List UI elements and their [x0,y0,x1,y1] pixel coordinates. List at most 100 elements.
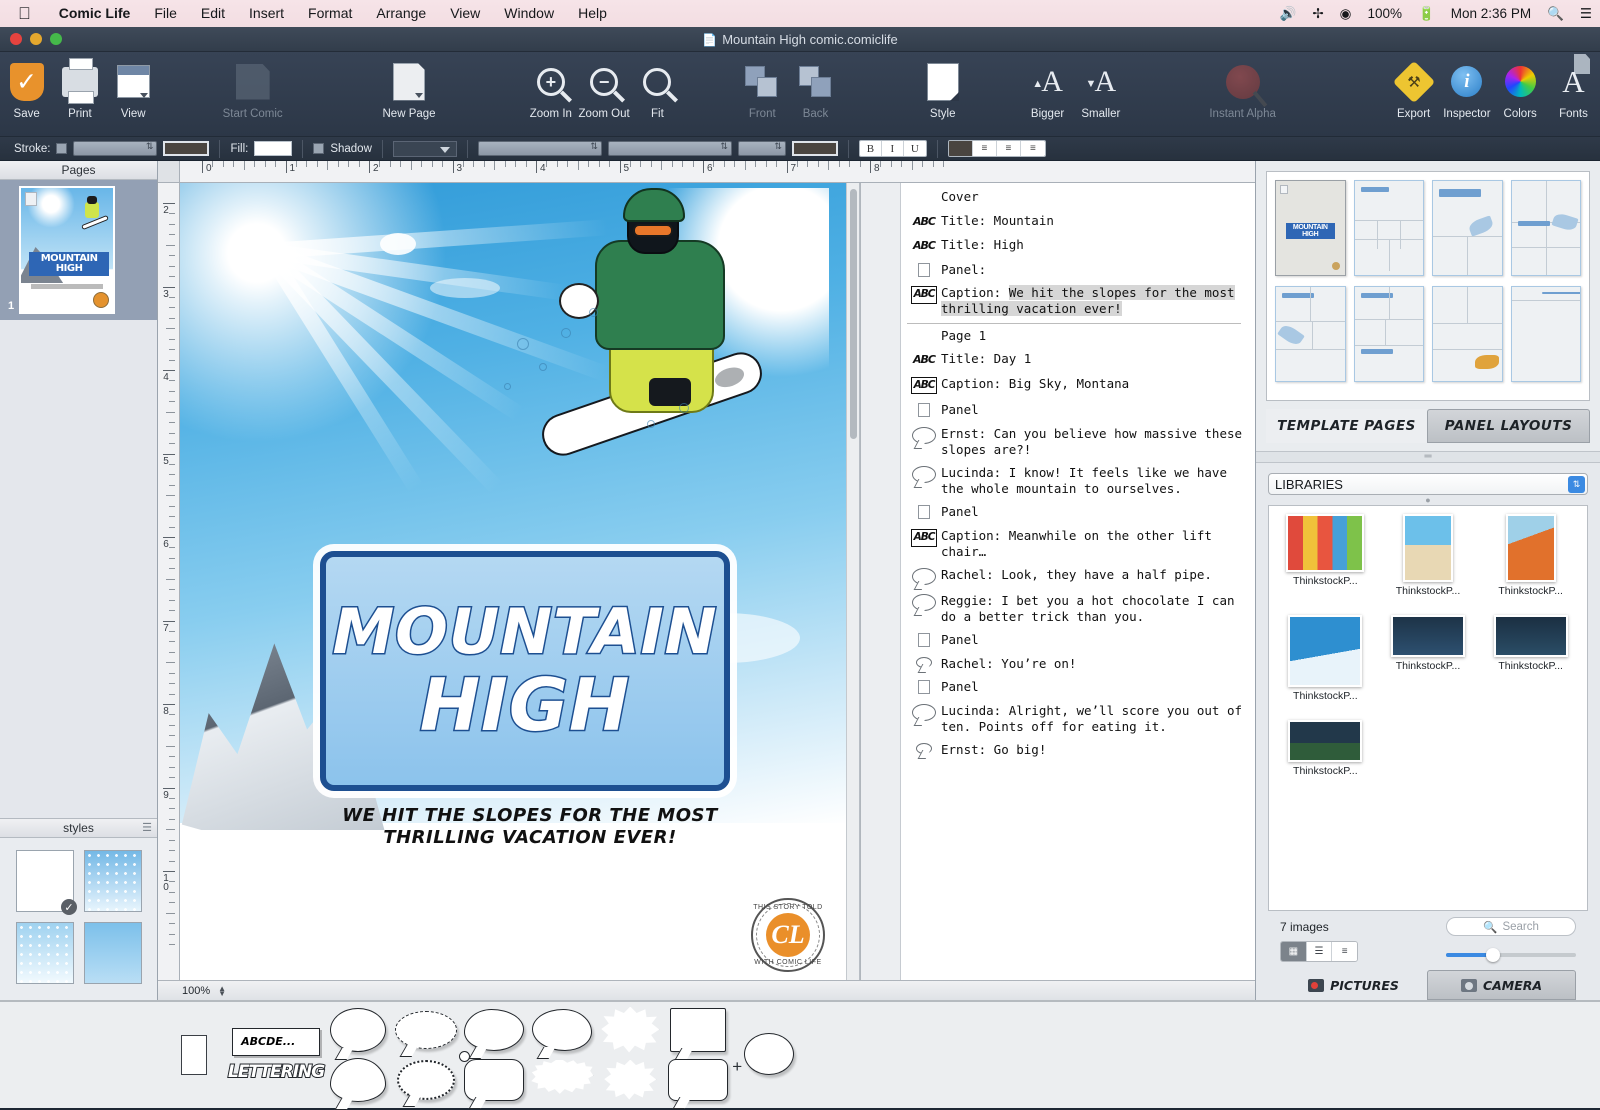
zoom-level-label[interactable]: 100% [182,985,210,997]
balloon-wobble-icon[interactable] [532,1009,592,1051]
script-line[interactable]: Page 1 [907,328,1247,344]
library-resize-handle[interactable]: ● [1268,495,1588,505]
tab-panel-layouts[interactable]: PANEL LAYOUTS [1427,409,1590,443]
align-justify-button[interactable]: ≡ [1021,141,1045,156]
close-button[interactable] [10,33,22,45]
library-thumbnail[interactable] [1506,514,1556,582]
template-thumbnail[interactable] [1511,286,1582,382]
library-item[interactable]: ThinkstockP... [1277,615,1374,702]
pages-list[interactable]: 1 MOUNTAIN HIGH [0,180,157,818]
tab-pictures[interactable]: PICTURES [1280,970,1427,1000]
toolbar-save-button[interactable]: Save [0,52,53,137]
script-line[interactable]: ABCTitle: Mountain [907,213,1247,230]
library-thumbnail[interactable] [1288,720,1362,762]
balloon-rect-rounded-icon[interactable] [668,1059,728,1101]
menu-file[interactable]: File [142,0,189,27]
toolbar-smaller-button[interactable]: ▼A Smaller [1074,52,1127,137]
toolbar-back-button[interactable]: Back [789,52,842,137]
zoom-stepper[interactable]: ▲▼ [218,986,226,996]
library-item[interactable]: ThinkstockP... [1380,615,1477,702]
minimize-button[interactable] [30,33,42,45]
script-line[interactable]: Lucinda: Alright, we’ll score you out of… [907,703,1247,734]
balloon-round-icon[interactable] [330,1008,386,1052]
horizontal-ruler[interactable]: 012345678 [180,161,1255,182]
shadow-checkbox[interactable] [313,143,324,154]
script-line[interactable]: ABCCaption: Big Sky, Montana [907,376,1247,395]
script-line[interactable]: Panel: [907,262,1247,278]
template-thumbnail[interactable] [1432,286,1503,382]
menu-help[interactable]: Help [566,0,619,27]
menu-view[interactable]: View [438,0,492,27]
comic-subtitle[interactable]: WE HIT THE SLOPES FOR THE MOST THRILLING… [330,805,730,849]
style-swatch-blue-dots-light[interactable] [16,922,74,984]
toolbar-new-page-button[interactable]: New Page [368,52,450,137]
canvas-vertical-scrollbar[interactable] [846,183,859,980]
menu-edit[interactable]: Edit [189,0,237,27]
underline-button[interactable]: U [904,141,926,156]
menu-format[interactable]: Format [296,0,364,27]
library-thumbnail[interactable] [1403,514,1453,582]
text-color-swatch[interactable] [792,141,838,156]
script-line[interactable]: Rachel: You’re on! [907,656,1247,672]
script-line[interactable]: ABCCaption: Meanwhile on the other lift … [907,528,1247,559]
bluetooth-icon[interactable]: ✢ [1312,7,1323,21]
stroke-style-select[interactable] [73,141,157,156]
toolbar-zoom-in-button[interactable]: + Zoom In [524,52,577,137]
script-editor[interactable]: CoverABCTitle: MountainABCTitle: HighPan… [901,183,1255,980]
stroke-enable-checkbox[interactable] [56,143,67,154]
tab-template-pages[interactable]: TEMPLATE PAGES [1266,409,1427,443]
menu-comic-life[interactable]: Comic Life [47,0,143,27]
template-thumbnail[interactable] [1354,286,1425,382]
toolbar-instant-alpha-button[interactable]: Instant Alpha [1201,52,1283,137]
comic-title-card[interactable]: MOUNTAIN HIGH [320,551,730,791]
toolbar-fit-button[interactable]: Fit [631,52,684,137]
battery-charging-icon[interactable]: 🔋 [1418,7,1435,21]
toolbar-fonts-button[interactable]: A Fonts [1547,52,1600,137]
script-line[interactable]: Panel [907,504,1247,520]
search-icon[interactable]: 🔍 [1547,7,1564,21]
stroke-color-swatch[interactable] [163,141,209,156]
library-thumbnail[interactable] [1494,615,1568,657]
clock-label[interactable]: Mon 2:36 PM [1451,6,1531,21]
script-line[interactable]: ABCTitle: Day 1 [907,351,1247,368]
library-item[interactable]: ThinkstockP... [1482,514,1579,597]
balloon-split-icon[interactable] [330,1058,386,1102]
add-balloon-button[interactable]: + [738,1033,794,1077]
script-line[interactable]: Rachel: Look, they have a half pipe. [907,567,1247,585]
library-item[interactable]: ThinkstockP... [1277,514,1374,597]
menu-arrange[interactable]: Arrange [364,0,438,27]
template-thumbnail[interactable] [1354,180,1425,276]
comic-page-canvas[interactable]: MOUNTAIN HIGH WE HIT THE SLOPES FOR THE … [180,183,860,980]
script-line[interactable]: Reggie: I bet you a hot chocolate I can … [907,593,1247,624]
panel-resize-grip-icon[interactable]: ☰ [142,823,152,834]
script-line[interactable]: ABCCaption: We hit the slopes for the mo… [907,285,1247,316]
script-line[interactable]: Panel [907,632,1247,648]
script-line[interactable]: Lucinda: I know! It feels like we have t… [907,465,1247,496]
palette-panel-tool[interactable] [160,1033,228,1077]
library-selector[interactable]: LIBRARIES ⇅ [1268,473,1588,495]
balloon-dashed-oval-icon[interactable] [395,1011,457,1049]
script-line[interactable]: Cover [907,189,1247,205]
align-left-button[interactable] [949,141,973,156]
balloon-burst-icon[interactable] [601,1007,659,1053]
style-swatch-blue-gradient[interactable] [84,922,142,984]
page-list-item[interactable]: 1 MOUNTAIN HIGH [0,180,157,320]
template-thumbnail[interactable] [1275,286,1346,382]
balloon-spiky-icon[interactable] [531,1060,593,1100]
speaker-icon[interactable]: 🔊 [1280,7,1297,21]
shape-style-popup[interactable] [393,141,457,157]
toolbar-print-button[interactable]: Print [53,52,106,137]
style-swatch-blue-dots-dark[interactable] [84,850,142,912]
toolbar-front-button[interactable]: Front [736,52,789,137]
thumbnail-size-slider[interactable] [1446,953,1576,957]
grid-view-icon[interactable]: ▦ [1281,942,1307,961]
toolbar-colors-button[interactable]: Colors [1494,52,1547,137]
wifi-icon[interactable]: ◉ [1340,7,1352,21]
toolbar-export-button[interactable]: Export [1387,52,1440,137]
fill-color-swatch[interactable] [254,141,292,156]
menu-insert[interactable]: Insert [237,0,296,27]
detail-view-icon[interactable]: ≡ [1332,942,1357,961]
align-right-button[interactable]: ≡ [997,141,1021,156]
toolbar-inspector-button[interactable]: i Inspector [1440,52,1493,137]
library-item[interactable]: ThinkstockP... [1482,615,1579,702]
